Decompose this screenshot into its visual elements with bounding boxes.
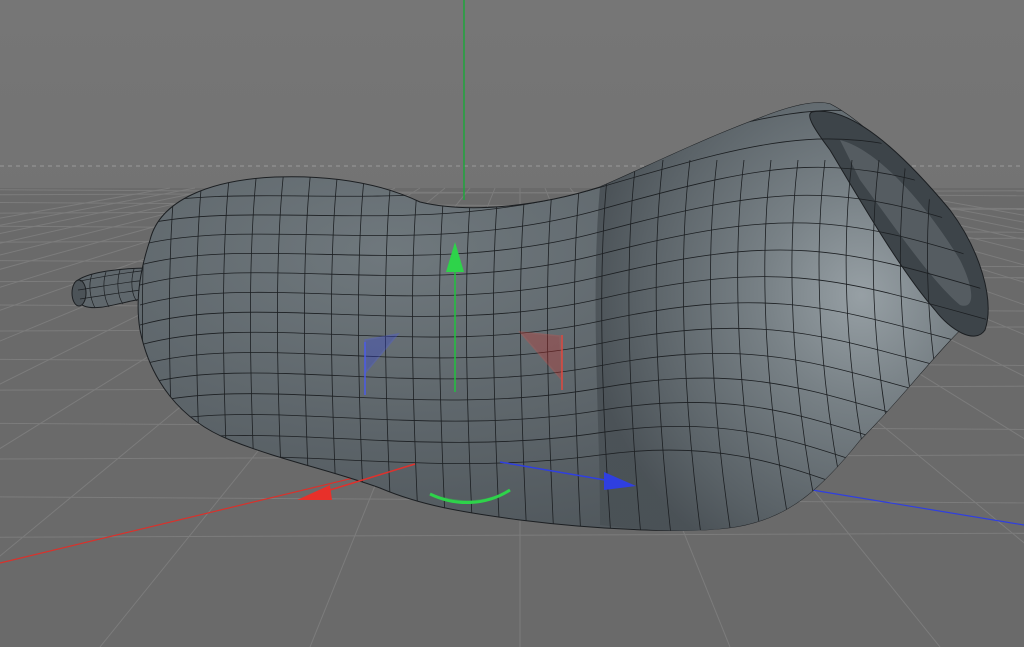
3d-viewport[interactable] [0, 0, 1024, 647]
viewport-canvas[interactable] [0, 0, 1024, 647]
